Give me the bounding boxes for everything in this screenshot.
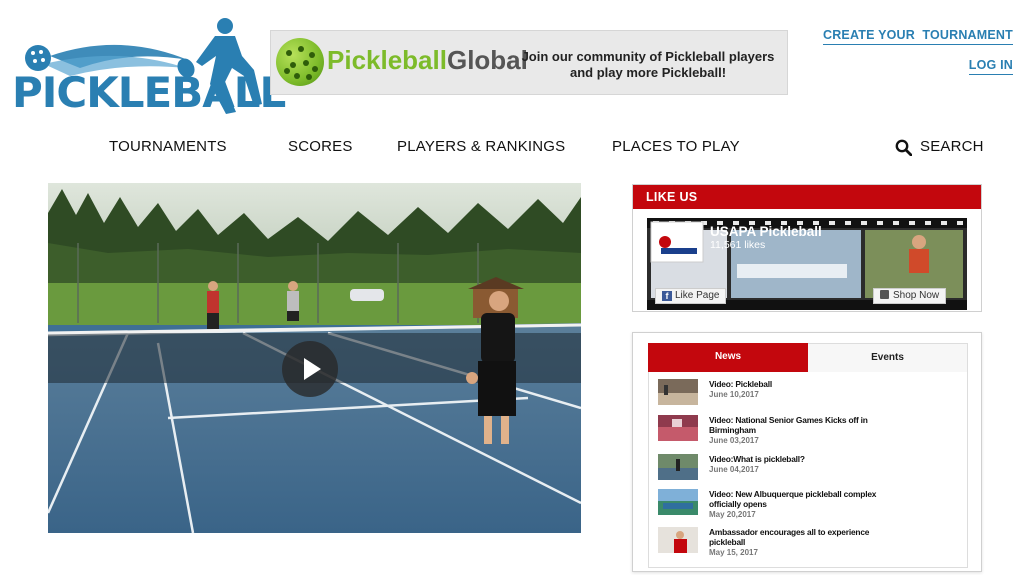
main-nav: TOURNAMENTS SCORES PLAYERS & RANKINGS PL… [0, 138, 1025, 158]
news-title[interactable]: Video: Pickleball [709, 379, 899, 389]
news-date: June 03,2017 [709, 436, 759, 445]
nav-search-label[interactable]: SEARCH [920, 138, 984, 155]
banner-tagline: Join our community of Pickleball players… [521, 49, 775, 80]
news-title[interactable]: Video:What is pickleball? [709, 454, 899, 464]
like-us-widget: LIKE US USAPA Pickleball 11,561 likes fL… [632, 184, 982, 312]
shopping-bag-icon [880, 290, 889, 299]
news-date: June 10,2017 [709, 390, 759, 399]
news-events-tabs: News Events [648, 343, 968, 372]
facebook-page-plugin[interactable]: USAPA Pickleball 11,561 likes f Like Page… [647, 218, 967, 310]
facebook-icon: f [662, 291, 672, 301]
search-icon[interactable] [895, 139, 912, 156]
news-title[interactable]: Ambassador encourages all to experience … [709, 527, 899, 547]
news-date: May 15, 2017 [709, 548, 758, 557]
nav-item-places-to-play[interactable]: PLACES TO PLAY [612, 138, 740, 155]
news-thumbnail [658, 527, 698, 553]
nav-item-scores[interactable]: SCORES [288, 138, 353, 155]
nav-item-players-rankings[interactable]: PLAYERS & RANKINGS [397, 138, 565, 155]
pickleball-global-banner[interactable]: PickleballGlobal Join our community of P… [270, 30, 788, 95]
news-date: June 04,2017 [709, 465, 759, 474]
news-date: May 20,2017 [709, 510, 756, 519]
pickleball-logo[interactable]: PICKLEBALL [10, 16, 286, 120]
nav-item-tournaments[interactable]: TOURNAMENTS [109, 138, 227, 155]
news-thumbnail [658, 489, 698, 515]
news-thumbnail [658, 415, 698, 441]
like-us-heading: LIKE US [633, 185, 981, 209]
login-link[interactable]: LOG IN [968, 58, 1013, 75]
logo-text: PICKLEBALL [12, 68, 286, 117]
facebook-like-page-button[interactable]: f Like Page [655, 288, 727, 304]
facebook-shop-now-button[interactable]: Shop Now [873, 288, 947, 304]
tab-news[interactable]: News [648, 343, 808, 372]
news-thumbnail [658, 454, 698, 480]
news-events-widget: News Events Video: Pickleball June 10,20… [632, 332, 982, 572]
video-player[interactable] [48, 183, 581, 533]
news-thumbnail [658, 379, 698, 405]
news-title[interactable]: Video: New Albuquerque pickleball comple… [709, 489, 899, 509]
news-list: Video: Pickleball June 10,2017 Video: Na… [648, 372, 968, 568]
banner-brand: PickleballGlobal [327, 45, 528, 75]
pickleball-ball-icon [276, 38, 324, 86]
news-title[interactable]: Video: National Senior Games Kicks off i… [709, 415, 899, 435]
facebook-like-count: 11,561 likes [710, 239, 766, 251]
video-play-button[interactable] [282, 341, 338, 397]
tab-events[interactable]: Events [808, 343, 968, 372]
facebook-page-name[interactable]: USAPA Pickleball [710, 224, 822, 239]
create-tournament-link[interactable]: CREATE YOUR TOURNAMENT [822, 28, 1013, 45]
